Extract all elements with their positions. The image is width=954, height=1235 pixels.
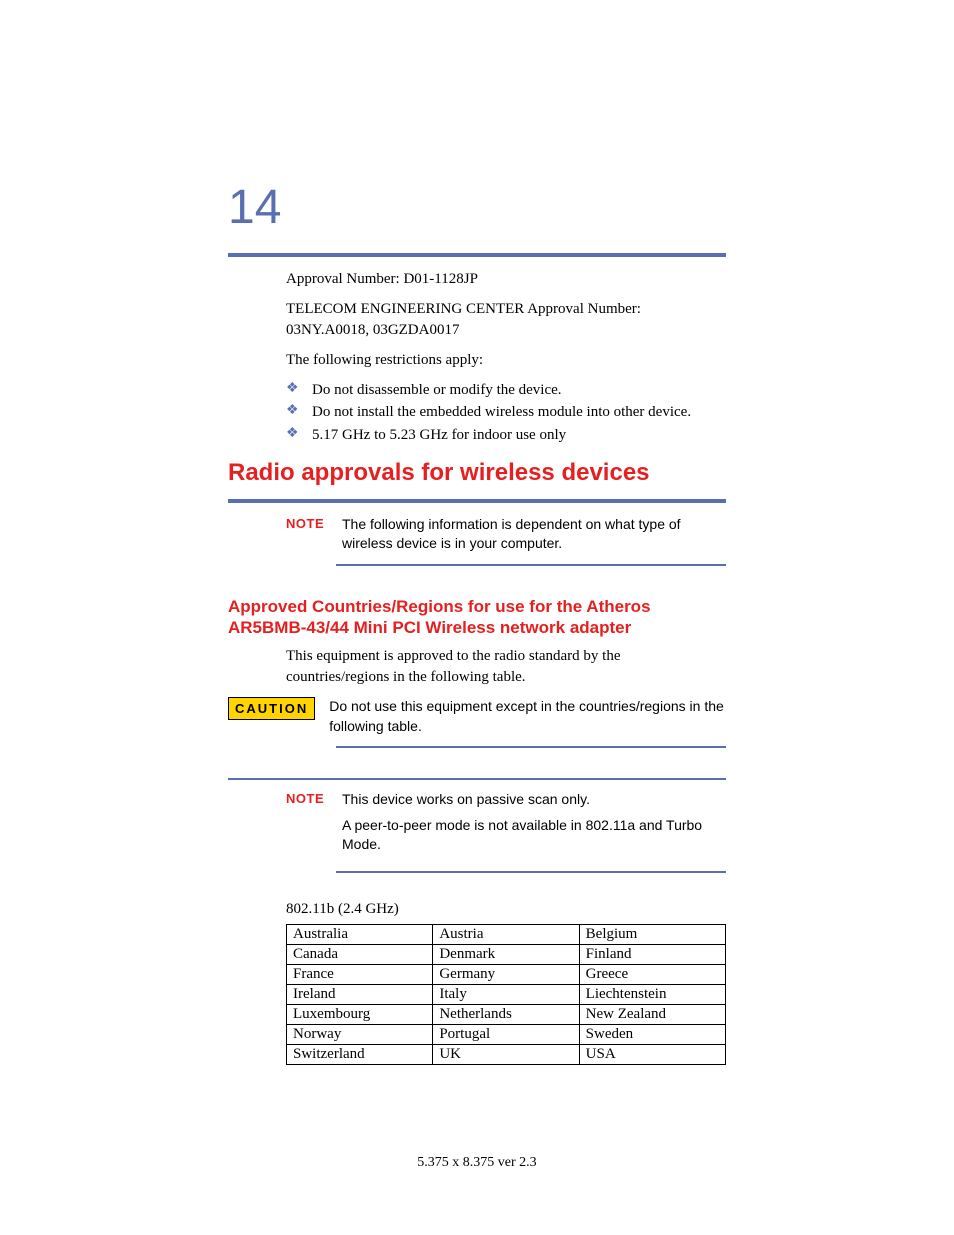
table-cell: New Zealand	[579, 1004, 725, 1024]
table-row: CanadaDenmarkFinland	[287, 944, 726, 964]
note2-line2: A peer-to-peer mode is not available in …	[342, 816, 726, 855]
table-cell: Switzerland	[287, 1044, 433, 1064]
approval-number-2: TELECOM ENGINEERING CENTER Approval Numb…	[286, 299, 726, 340]
table-row: IrelandItalyLiechtenstein	[287, 984, 726, 1004]
table-cell: Liechtenstein	[579, 984, 725, 1004]
table-title: 802.11b (2.4 GHz)	[286, 901, 726, 918]
note2-line1: This device works on passive scan only.	[342, 790, 726, 810]
caution-text: Do not use this equipment except in the …	[329, 697, 726, 736]
page-container: 14 Approval Number: D01-1128JP TELECOM E…	[228, 180, 726, 1065]
table-cell: USA	[579, 1044, 725, 1064]
table-cell: Portugal	[433, 1024, 579, 1044]
table-cell: France	[287, 964, 433, 984]
table-cell: Netherlands	[433, 1004, 579, 1024]
heading-approved-countries: Approved Countries/Regions for use for t…	[228, 596, 726, 639]
restriction-item: Do not install the embedded wireless mod…	[286, 402, 726, 422]
table-cell: Sweden	[579, 1024, 725, 1044]
intro-block: Approval Number: D01-1128JP TELECOM ENGI…	[286, 269, 726, 445]
table-cell: Belgium	[579, 924, 725, 944]
note-label: NOTE	[286, 790, 328, 806]
table-cell: Denmark	[433, 944, 579, 964]
table-cell: Australia	[287, 924, 433, 944]
sub-body-block: This equipment is approved to the radio …	[286, 646, 726, 687]
table-cell: Italy	[433, 984, 579, 1004]
divider-thick	[228, 499, 726, 503]
note-text: The following information is dependent o…	[342, 515, 726, 554]
table-cell: Greece	[579, 964, 725, 984]
heading-radio-approvals: Radio approvals for wireless devices	[228, 459, 726, 487]
restrictions-list: Do not disassemble or modify the device.…	[286, 380, 726, 445]
divider-thin	[336, 871, 726, 873]
divider-thick	[228, 253, 726, 257]
note-text: This device works on passive scan only. …	[342, 790, 726, 861]
approval-number-1: Approval Number: D01-1128JP	[286, 269, 726, 289]
table-row: SwitzerlandUKUSA	[287, 1044, 726, 1064]
table-cell: Germany	[433, 964, 579, 984]
table-cell: Ireland	[287, 984, 433, 1004]
sub-body-text: This equipment is approved to the radio …	[286, 646, 726, 687]
table-cell: Austria	[433, 924, 579, 944]
table-cell: Finland	[579, 944, 725, 964]
page-footer: 5.375 x 8.375 ver 2.3	[0, 1155, 954, 1171]
table-cell: Luxembourg	[287, 1004, 433, 1024]
divider-thin	[228, 778, 726, 780]
table-cell: Norway	[287, 1024, 433, 1044]
page-number: 14	[228, 180, 726, 235]
table-row: LuxembourgNetherlandsNew Zealand	[287, 1004, 726, 1024]
divider-thin	[336, 564, 726, 566]
note-label: NOTE	[286, 515, 328, 531]
table-row: FranceGermanyGreece	[287, 964, 726, 984]
note-callout: NOTE The following information is depend…	[286, 515, 726, 554]
restrictions-intro: The following restrictions apply:	[286, 350, 726, 370]
table-cell: UK	[433, 1044, 579, 1064]
caution-label: CAUTION	[228, 697, 315, 720]
note-callout-2: NOTE This device works on passive scan o…	[286, 790, 726, 861]
table-cell: Canada	[287, 944, 433, 964]
restriction-item: 5.17 GHz to 5.23 GHz for indoor use only	[286, 425, 726, 445]
table-row: NorwayPortugalSweden	[287, 1024, 726, 1044]
table-row: AustraliaAustriaBelgium	[287, 924, 726, 944]
caution-callout: CAUTION Do not use this equipment except…	[228, 697, 726, 736]
restriction-item: Do not disassemble or modify the device.	[286, 380, 726, 400]
countries-table: AustraliaAustriaBelgiumCanadaDenmarkFinl…	[286, 924, 726, 1065]
